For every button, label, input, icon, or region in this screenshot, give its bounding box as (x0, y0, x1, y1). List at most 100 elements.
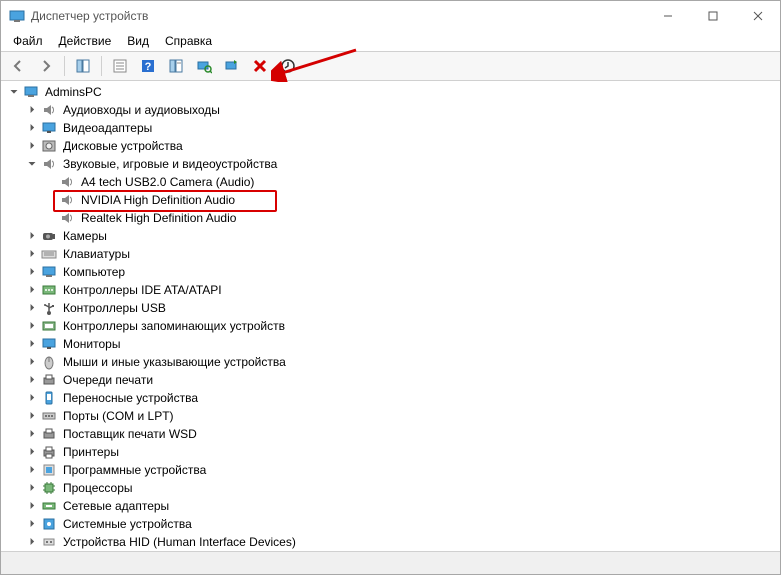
portable-icon (41, 390, 57, 406)
tree-device[interactable]: Realtek High Definition Audio (3, 209, 780, 227)
expand-icon[interactable]: ⏵ (25, 267, 39, 278)
tree-item-label: Переносные устройства (61, 391, 200, 405)
computer-icon (41, 264, 57, 280)
tree-item-label: Компьютер (61, 265, 127, 279)
tree-item-label: Очереди печати (61, 373, 155, 387)
printq-icon (41, 372, 57, 388)
forward-button[interactable] (33, 53, 59, 79)
expand-icon[interactable]: ⏵ (25, 123, 39, 134)
tree-item-label: AdminsPC (43, 85, 104, 99)
tree-item-label: Видеоадаптеры (61, 121, 154, 135)
show-hide-tree-button[interactable] (70, 53, 96, 79)
device-tree[interactable]: ⏷ AdminsPC ⏵ Аудиовходы и аудиовыходы ⏵ Видео… (1, 81, 780, 551)
svg-text:?: ? (145, 61, 152, 73)
content-area: ⏷ AdminsPC ⏵ Аудиовходы и аудиовыходы ⏵ Видео… (1, 81, 780, 551)
expand-icon[interactable]: ⏵ (25, 447, 39, 458)
expand-icon[interactable]: ⏵ (25, 285, 39, 296)
camera-icon (41, 228, 57, 244)
tree-item-label: Принтеры (61, 445, 121, 459)
expand-icon[interactable]: ⏵ (25, 411, 39, 422)
tree-item-label: Звуковые, игровые и видеоустройства (61, 157, 279, 171)
collapse-icon[interactable]: ⏷ (7, 87, 21, 98)
audio-icon (59, 174, 75, 190)
expand-icon[interactable]: ⏵ (25, 357, 39, 368)
expand-icon[interactable]: ⏵ (25, 483, 39, 494)
tree-category[interactable]: ⏵Процессоры (3, 479, 780, 497)
hid-icon (41, 534, 57, 550)
uninstall-device-button[interactable] (247, 53, 273, 79)
printprov-icon (41, 426, 57, 442)
tree-category[interactable]: ⏵ Компьютер (3, 263, 780, 281)
expand-icon[interactable]: ⏵ (25, 339, 39, 350)
back-button[interactable] (5, 53, 31, 79)
tree-item-label: Контроллеры USB (61, 301, 168, 315)
tree-category[interactable]: ⏵ Видеоадаптеры (3, 119, 780, 137)
network-icon (41, 498, 57, 514)
audio-icon (41, 102, 57, 118)
menu-action[interactable]: Действие (51, 32, 120, 50)
tree-category[interactable]: ⏵ Контроллеры USB (3, 299, 780, 317)
tree-category[interactable]: ⏷ Звуковые, игровые и видеоустройства (3, 155, 780, 173)
tree-item-label: Контроллеры IDE ATA/ATAPI (61, 283, 224, 297)
tree-category[interactable]: ⏵ Камеры (3, 227, 780, 245)
tree-category[interactable]: ⏵ Системные устройства (3, 515, 780, 533)
expand-icon[interactable]: ⏵ (25, 465, 39, 476)
collapse-icon[interactable]: ⏷ (25, 159, 39, 170)
tree-device[interactable]: A4 tech USB2.0 Camera (Audio) (3, 173, 780, 191)
tree-item-label: A4 tech USB2.0 Camera (Audio) (79, 175, 256, 189)
expand-icon[interactable]: ⏵ (25, 519, 39, 530)
device-properties-button[interactable] (163, 53, 189, 79)
tree-category[interactable]: ⏵Контроллеры запоминающих устройств (3, 317, 780, 335)
expand-icon[interactable]: ⏵ (25, 303, 39, 314)
maximize-button[interactable] (690, 1, 735, 31)
expand-icon[interactable]: ⏵ (25, 231, 39, 242)
expand-icon[interactable]: ⏵ (25, 501, 39, 512)
titlebar: Диспетчер устройств (1, 1, 780, 31)
properties-button[interactable] (107, 53, 133, 79)
tree-category[interactable]: ⏵ Дисковые устройства (3, 137, 780, 155)
expand-icon[interactable]: ⏵ (25, 249, 39, 260)
tree-category[interactable]: ⏵ Принтеры (3, 443, 780, 461)
tree-category[interactable]: ⏵Поставщик печати WSD (3, 425, 780, 443)
disk-icon (41, 138, 57, 154)
tree-category[interactable]: ⏵Клавиатуры (3, 245, 780, 263)
tree-root[interactable]: ⏷ AdminsPC (3, 83, 780, 101)
expand-icon[interactable]: ⏵ (25, 537, 39, 548)
tree-category[interactable]: ⏵Мыши и иные указывающие устройства (3, 353, 780, 371)
tree-item-label: Дисковые устройства (61, 139, 185, 153)
tree-category[interactable]: ⏵Устройства HID (Human Interface Devices… (3, 533, 780, 551)
update-driver-button[interactable] (275, 53, 301, 79)
tree-category[interactable]: ⏵ Сетевые адаптеры (3, 497, 780, 515)
tree-item-label: Камеры (61, 229, 109, 243)
tree-device[interactable]: NVIDIA High Definition Audio (3, 191, 780, 209)
tree-category[interactable]: ⏵ Переносные устройства (3, 389, 780, 407)
tree-category[interactable]: ⏵ Мониторы (3, 335, 780, 353)
menu-view[interactable]: Вид (119, 32, 157, 50)
device-manager-window: Диспетчер устройств Файл Действие Вид Сп… (0, 0, 781, 575)
minimize-button[interactable] (645, 1, 690, 31)
expand-icon[interactable]: ⏵ (25, 321, 39, 332)
tree-category[interactable]: ⏵ Аудиовходы и аудиовыходы (3, 101, 780, 119)
tree-category[interactable]: ⏵Порты (COM и LPT) (3, 407, 780, 425)
expand-icon[interactable]: ⏵ (25, 429, 39, 440)
tree-category[interactable]: ⏵Программные устройства (3, 461, 780, 479)
tree-item-label: Аудиовходы и аудиовыходы (61, 103, 222, 117)
tree-item-label: Системные устройства (61, 517, 194, 531)
expand-icon[interactable]: ⏵ (25, 375, 39, 386)
expand-icon[interactable]: ⏵ (25, 393, 39, 404)
scan-hardware-button[interactable] (191, 53, 217, 79)
enable-device-button[interactable] (219, 53, 245, 79)
printer-icon (41, 444, 57, 460)
cpu-icon (41, 480, 57, 496)
computer-icon (23, 84, 39, 100)
menu-file[interactable]: Файл (5, 32, 51, 50)
help-button[interactable]: ? (135, 53, 161, 79)
expand-icon[interactable]: ⏵ (25, 141, 39, 152)
tree-category[interactable]: ⏵ Очереди печати (3, 371, 780, 389)
expand-icon[interactable]: ⏵ (25, 105, 39, 116)
tree-category[interactable]: ⏵ Контроллеры IDE ATA/ATAPI (3, 281, 780, 299)
menu-help[interactable]: Справка (157, 32, 220, 50)
close-button[interactable] (735, 1, 780, 31)
tree-item-label: Мониторы (61, 337, 122, 351)
tree-item-label: Сетевые адаптеры (61, 499, 171, 513)
